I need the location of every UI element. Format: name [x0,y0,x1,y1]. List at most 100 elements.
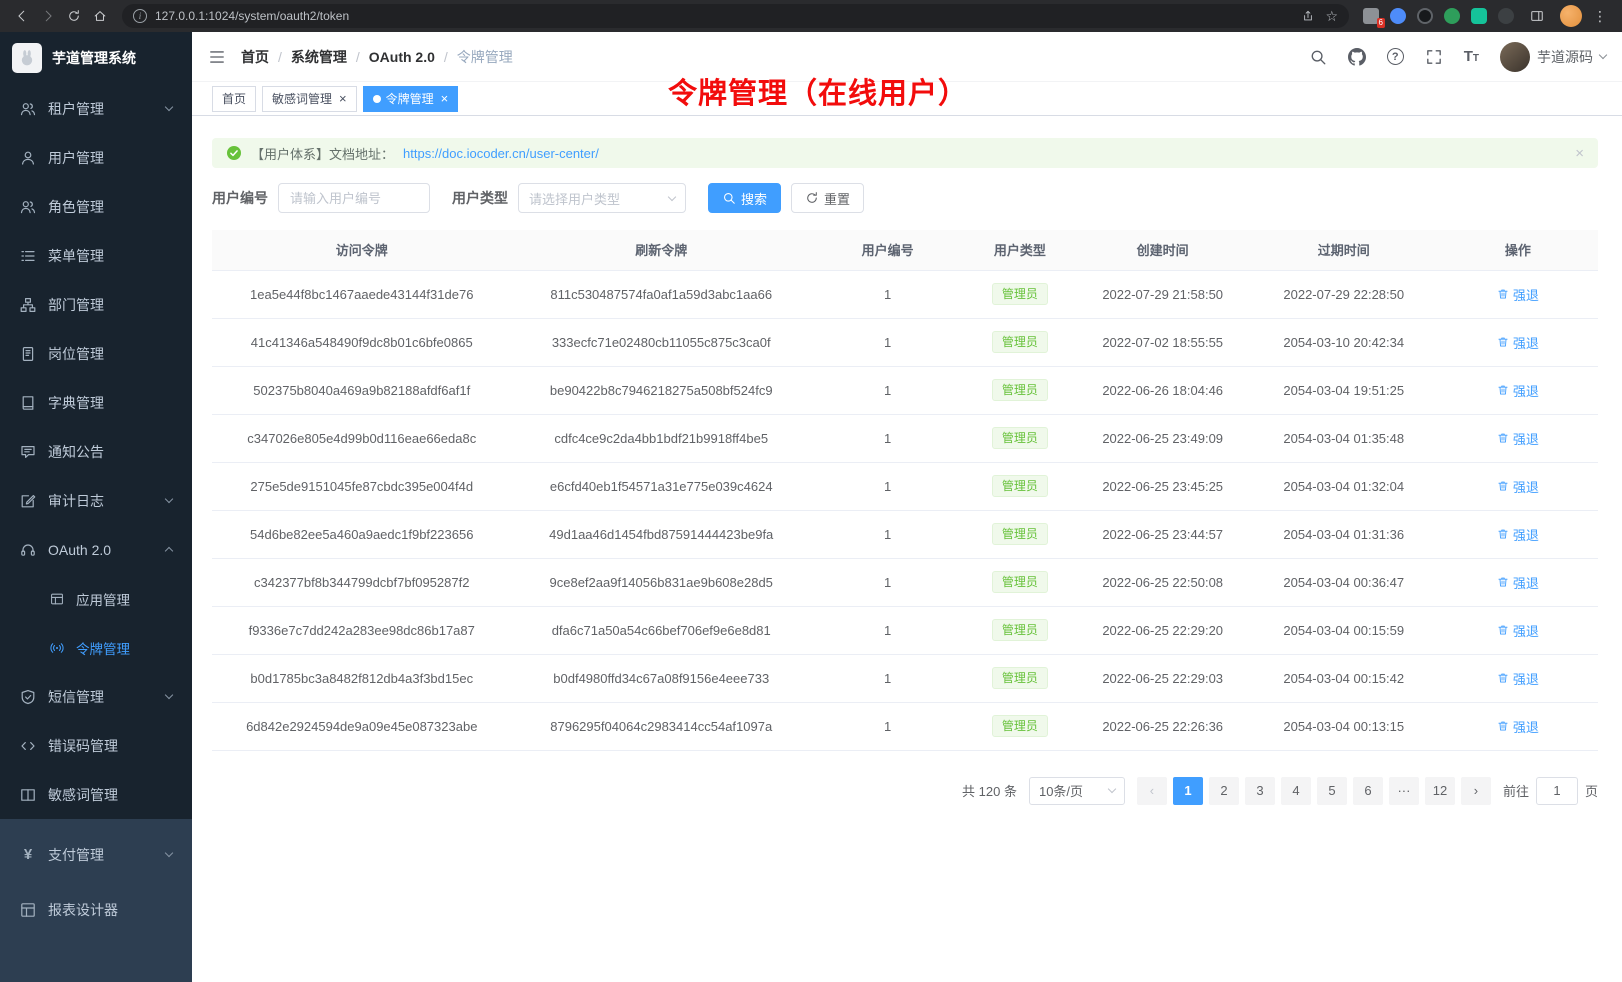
url-text[interactable]: 127.0.0.1:1024/system/oauth2/token [155,9,1291,23]
sidebar-item-sensitive-word[interactable]: 敏感词管理 [0,770,192,819]
force-logout-button[interactable]: 强退 [1497,573,1539,592]
force-logout-button[interactable]: 强退 [1497,525,1539,544]
sidebar-item-role[interactable]: 角色管理 [0,182,192,231]
tab-label: 敏感词管理 [272,93,332,105]
sidebar-item-label: 字典管理 [48,393,172,413]
cell-user-id: 1 [811,702,964,750]
reset-button[interactable]: 重置 [791,183,864,213]
sidebar-item-menu[interactable]: 菜单管理 [0,231,192,280]
cell-created-time: 2022-06-25 22:26:36 [1076,702,1250,750]
cell-access-token: 54d6be82ee5a460a9aedc1f9bf223656 [212,510,511,558]
cell-access-token: b0d1785bc3a8482f812db4a3f3bd15ec [212,654,511,702]
force-logout-button[interactable]: 强退 [1497,669,1539,688]
page-button-3[interactable]: 3 [1245,777,1275,805]
alert-doc-link[interactable]: https://doc.iocoder.cn/user-center/ [403,146,599,161]
force-logout-button[interactable]: 强退 [1497,381,1539,400]
site-info-icon[interactable]: i [133,9,147,23]
cell-created-time: 2022-07-29 21:58:50 [1076,270,1250,318]
page-size-select[interactable]: 10条/页 [1029,777,1125,805]
page-button-4[interactable]: 4 [1281,777,1311,805]
sidebar-item-dept[interactable]: 部门管理 [0,280,192,329]
user-id-filter-input[interactable] [278,183,430,213]
prev-page-button[interactable]: ‹ [1137,777,1167,805]
github-icon[interactable] [1348,48,1366,66]
search-button[interactable]: 搜索 [708,183,781,213]
page-button-5[interactable]: 5 [1317,777,1347,805]
app-logo-row[interactable]: 芋道管理系统 [0,32,192,84]
extension-icon-3[interactable] [1417,8,1433,24]
sidebar-item-notice[interactable]: 通知公告 [0,427,192,476]
browser-side-panel-icon[interactable] [1525,4,1549,28]
tab-sensitive-word[interactable]: 敏感词管理 × [262,86,357,112]
sidebar-item-sms[interactable]: 短信管理 [0,672,192,721]
close-icon[interactable]: × [1575,146,1584,161]
force-logout-button[interactable]: 强退 [1497,285,1539,304]
sidebar-item-oauth2-token[interactable]: 令牌管理 [0,623,192,672]
tab-token[interactable]: 令牌管理× [363,86,459,112]
sidebar-item-pay[interactable]: ¥ 支付管理 [0,827,192,882]
page-button-1[interactable]: 1 [1173,777,1203,805]
user-menu[interactable]: 芋道源码 [1500,42,1606,72]
next-page-button[interactable]: › [1461,777,1491,805]
force-logout-button[interactable]: 强退 [1497,429,1539,448]
breadcrumb-item[interactable]: 首页 [241,47,269,67]
close-icon[interactable]: × [441,92,449,105]
breadcrumb-item[interactable]: OAuth 2.0 [369,49,435,65]
cell-expire-time: 2054-03-04 01:31:36 [1250,510,1438,558]
page-button-6[interactable]: 6 [1353,777,1383,805]
user-type-filter-select[interactable]: 请选择用户类型 [518,183,686,213]
browser-profile-avatar[interactable] [1560,5,1582,27]
sidebar-item-error-code[interactable]: 错误码管理 [0,721,192,770]
browser-back-icon[interactable] [10,4,34,28]
force-logout-button[interactable]: 强退 [1497,621,1539,640]
browser-forward-icon[interactable] [36,4,60,28]
help-icon[interactable]: ? [1387,48,1404,65]
user-type-badge: 管理员 [992,571,1048,593]
share-icon[interactable] [1299,7,1317,25]
page-button-12[interactable]: 12 [1425,777,1455,805]
browser-reload-icon[interactable] [62,4,86,28]
filter-bar: 用户编号 用户类型 请选择用户类型 搜索 重置 [212,183,1598,213]
sidebar-item-oauth2-client[interactable]: 应用管理 [0,574,192,623]
user-avatar[interactable] [1500,42,1530,72]
force-logout-button[interactable]: 强退 [1497,717,1539,736]
yen-icon: ¥ [20,847,36,862]
browser-menu-icon[interactable]: ⋮ [1588,4,1612,28]
search-icon[interactable] [1309,48,1327,66]
sidebar-item-user[interactable]: 用户管理 [0,133,192,182]
force-logout-button[interactable]: 强退 [1497,477,1539,496]
extension-icon-5[interactable] [1471,8,1487,24]
tab-home[interactable]: 首页 [212,86,256,112]
extension-icon-1[interactable]: 6 [1363,8,1379,24]
sidebar-item-dict[interactable]: 字典管理 [0,378,192,427]
browser-home-icon[interactable] [88,4,112,28]
cell-created-time: 2022-06-25 23:44:57 [1076,510,1250,558]
sidebar-item-post[interactable]: 岗位管理 [0,329,192,378]
extension-icon-6[interactable] [1498,8,1514,24]
page-button-2[interactable]: 2 [1209,777,1239,805]
sidebar-item-tenant[interactable]: 租户管理 [0,84,192,133]
goto-page-input[interactable] [1536,777,1578,805]
breadcrumb-item[interactable]: 系统管理 [291,47,347,67]
cell-user-id: 1 [811,558,964,606]
force-logout-label: 强退 [1513,381,1539,400]
extension-icon-2[interactable] [1390,8,1406,24]
sidebar-item-oauth2[interactable]: OAuth 2.0 [0,525,192,574]
font-size-icon[interactable]: TT [1464,49,1479,64]
sidebar-item-label: 支付管理 [48,845,154,865]
fullscreen-icon[interactable] [1425,48,1443,66]
browser-address-bar[interactable]: i 127.0.0.1:1024/system/oauth2/token ☆ [122,4,1349,28]
more-pages-button[interactable]: ··· [1389,777,1419,805]
sidebar-item-report-designer[interactable]: 报表设计器 [0,882,192,937]
close-icon[interactable]: × [339,92,347,105]
user-type-badge: 管理员 [992,715,1048,737]
force-logout-button[interactable]: 强退 [1497,333,1539,352]
sidebar-toggle-icon[interactable] [208,48,226,66]
extension-icon-4[interactable] [1444,8,1460,24]
bookmark-star-icon[interactable]: ☆ [1325,9,1338,23]
cell-created-time: 2022-06-25 23:49:09 [1076,414,1250,462]
cell-expire-time: 2054-03-04 00:15:59 [1250,606,1438,654]
sidebar-item-audit-log[interactable]: 审计日志 [0,476,192,525]
table-row: f9336e7c7dd242a283ee98dc86b17a87 dfa6c71… [212,606,1598,654]
cell-expire-time: 2054-03-04 00:15:42 [1250,654,1438,702]
